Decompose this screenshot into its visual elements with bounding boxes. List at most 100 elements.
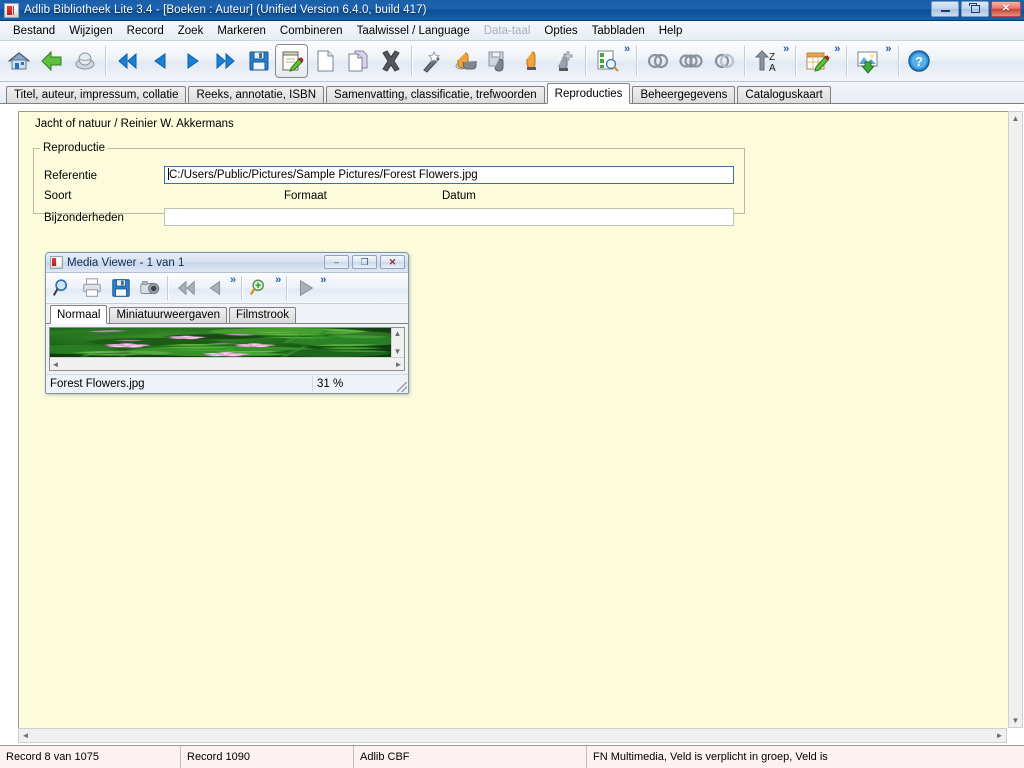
edit-record-icon <box>282 51 304 72</box>
merge-two-button[interactable] <box>641 44 674 78</box>
home-button[interactable] <box>2 44 35 78</box>
toolbar-separator <box>744 46 746 76</box>
pointer-add-button[interactable] <box>548 44 581 78</box>
resize-grip[interactable] <box>397 382 407 392</box>
sort-button[interactable]: Z A <box>749 44 782 78</box>
export-button[interactable] <box>851 44 884 78</box>
globe-search-icon <box>75 52 94 70</box>
menu-item-opties[interactable]: Opties <box>537 23 584 39</box>
toolbar-overflow-chevron[interactable]: » <box>783 43 789 55</box>
first-record-button[interactable] <box>110 44 143 78</box>
first-record-icon <box>117 52 136 70</box>
back-button[interactable] <box>35 44 68 78</box>
minimize-icon: – <box>333 256 339 267</box>
save-button[interactable] <box>242 44 275 78</box>
validate-button[interactable] <box>590 44 623 78</box>
media-viewer-close-button[interactable]: ✕ <box>380 255 405 269</box>
toolbar-overflow-chevron[interactable]: » <box>624 43 630 55</box>
scroll-right-arrow[interactable]: ► <box>993 729 1006 742</box>
first-media-button[interactable] <box>171 274 200 302</box>
rings-two-icon <box>647 53 668 69</box>
scroll-up-arrow[interactable]: ▲ <box>1009 112 1022 125</box>
link-button[interactable] <box>449 44 482 78</box>
minimize-button[interactable] <box>931 1 959 17</box>
menu-item-markeren[interactable]: Markeren <box>210 23 273 39</box>
menu-item-combineren[interactable]: Combineren <box>273 23 350 39</box>
restore-button[interactable] <box>961 1 989 17</box>
media-image-horizontal-scrollbar[interactable]: ◄ ► <box>50 357 404 370</box>
close-button[interactable]: ✕ <box>991 1 1021 17</box>
form-horizontal-scrollbar[interactable]: ◄ ► <box>18 728 1007 743</box>
bijzonderheden-input[interactable] <box>164 208 734 226</box>
status-record-number: Record 1090 <box>181 746 354 768</box>
tab-reproducties[interactable]: Reproducties <box>546 83 631 104</box>
pointer-icon <box>526 51 536 70</box>
scroll-left-arrow[interactable]: ◄ <box>19 729 32 742</box>
application-window: Adlib Bibliotheek Lite 3.4 - [Boeken : A… <box>0 0 1024 768</box>
tab-reeks-annotatie-isbn[interactable]: Reeks, annotatie, ISBN <box>188 86 325 103</box>
media-viewer-overflow-chevron[interactable]: » <box>275 274 281 286</box>
media-viewer-separator <box>167 276 168 300</box>
pointer-link-icon <box>455 52 476 70</box>
capture-button[interactable] <box>135 274 164 302</box>
search-all-button[interactable] <box>68 44 101 78</box>
record-title: Jacht of natuur / Reinier W. Akkermans <box>35 118 234 130</box>
play-button[interactable] <box>290 274 319 302</box>
tab-beheergegevens[interactable]: Beheergegevens <box>632 86 736 103</box>
scroll-right-arrow[interactable]: ► <box>393 359 404 370</box>
referentie-input[interactable]: C:/Users/Public/Pictures/Sample Pictures… <box>164 166 734 184</box>
tab-titel-auteur-impressum-collatie[interactable]: Titel, auteur, impressum, collatie <box>6 86 187 103</box>
copy-record-button[interactable] <box>341 44 374 78</box>
tab-cataloguskaart[interactable]: Cataloguskaart <box>737 86 831 103</box>
new-record-icon <box>317 50 333 72</box>
media-viewer-tab-strip: Normaal Miniatuurweergaven Filmstrook <box>46 304 408 324</box>
new-record-button[interactable] <box>308 44 341 78</box>
scroll-down-arrow[interactable]: ▼ <box>1009 714 1022 727</box>
merge-three-button[interactable] <box>674 44 707 78</box>
zoom-in-button[interactable] <box>245 274 274 302</box>
previous-media-button[interactable] <box>200 274 229 302</box>
media-tab-filmstrook[interactable]: Filmstrook <box>229 307 297 323</box>
media-image-vertical-scrollbar[interactable]: ▲ ▼ <box>391 328 404 357</box>
tab-samenvatting-classificatie-trefwoorden[interactable]: Samenvatting, classificatie, trefwoorden <box>326 86 545 103</box>
save-pointer-button[interactable] <box>482 44 515 78</box>
media-tab-miniatuurweergaven[interactable]: Miniatuurweergaven <box>109 307 228 323</box>
save-media-button[interactable] <box>106 274 135 302</box>
menu-item-zoek[interactable]: Zoek <box>171 23 211 39</box>
menu-item-wijzigen[interactable]: Wijzigen <box>62 23 119 39</box>
menu-item-bestand[interactable]: Bestand <box>6 23 62 39</box>
toolbar-overflow-chevron[interactable]: » <box>834 43 840 55</box>
scroll-up-arrow[interactable]: ▲ <box>392 328 403 339</box>
pointer-button[interactable] <box>515 44 548 78</box>
back-arrow-icon <box>40 50 61 72</box>
previous-record-button[interactable] <box>143 44 176 78</box>
media-viewer-controls: – ❐ ✕ <box>324 255 405 269</box>
form-vertical-scrollbar[interactable]: ▲ ▼ <box>1008 111 1023 728</box>
datum-label: Datum <box>442 190 476 202</box>
scroll-down-arrow[interactable]: ▼ <box>392 346 403 357</box>
menu-item-tabbladen[interactable]: Tabbladen <box>585 23 652 39</box>
print-button[interactable] <box>77 274 106 302</box>
help-button[interactable]: ? <box>903 44 936 78</box>
merge-pair-button[interactable] <box>707 44 740 78</box>
menu-item-taalwissel[interactable]: Taalwissel / Language <box>350 23 477 39</box>
toolbar-separator <box>897 46 899 76</box>
delete-record-button[interactable] <box>374 44 407 78</box>
scroll-left-arrow[interactable]: ◄ <box>50 359 61 370</box>
status-record-position: Record 8 van 1075 <box>0 746 181 768</box>
media-viewer-overflow-chevron[interactable]: » <box>230 274 236 286</box>
edit-record-button[interactable] <box>275 44 308 78</box>
menu-item-record[interactable]: Record <box>120 23 171 39</box>
reproductie-group: Reproductie Referentie C:/Users/Public/P… <box>33 142 745 226</box>
media-viewer-restore-button[interactable]: ❐ <box>352 255 377 269</box>
wizard-button[interactable] <box>416 44 449 78</box>
next-record-button[interactable] <box>176 44 209 78</box>
edit-table-button[interactable] <box>800 44 833 78</box>
zoom-tool-button[interactable] <box>48 274 77 302</box>
last-record-button[interactable] <box>209 44 242 78</box>
media-viewer-overflow-chevron[interactable]: » <box>320 274 326 286</box>
media-viewer-minimize-button[interactable]: – <box>324 255 349 269</box>
toolbar-overflow-chevron[interactable]: » <box>885 43 891 55</box>
media-tab-normaal[interactable]: Normaal <box>50 305 108 324</box>
menu-item-help[interactable]: Help <box>652 23 690 39</box>
